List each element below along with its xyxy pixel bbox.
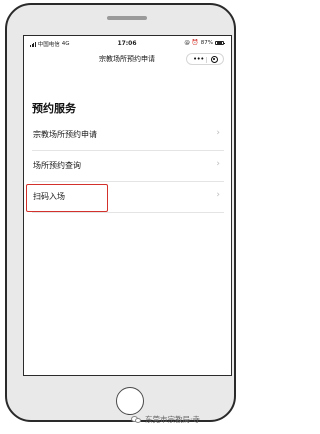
highlight-annotation-box [26,184,108,212]
more-icon[interactable]: ••• [193,55,204,63]
section-title: 预约服务 [32,102,76,115]
wechat-icon [131,415,142,424]
capsule-divider [205,56,207,63]
close-miniprogram-icon[interactable] [211,56,218,63]
watermark: 东莞市宗教局·寺 [131,414,200,425]
chevron-right-icon: › [216,159,220,169]
alarm-icon: ⏰ [191,40,199,46]
phone-mockup-stage: 中国电信 4G 17:06 @ ⏰ 87% 宗教场所预约申请 ••• 预约服务 … [0,0,245,434]
status-bar: 中国电信 4G 17:06 @ ⏰ 87% [24,36,230,50]
watermark-text: 东莞市宗教局·寺 [145,415,200,424]
earpiece-speaker [107,16,147,20]
status-right: @ ⏰ 87% [184,40,225,46]
battery-percent: 87% [200,40,213,46]
miniprogram-capsule: ••• [186,53,224,65]
menu-item-label: 场所预约查询 [33,161,81,170]
chevron-right-icon: › [216,190,220,200]
nav-bar: 宗教场所预约申请 ••• [24,51,230,69]
home-button[interactable] [116,387,144,415]
menu-item-label: 宗教场所预约申请 [33,130,97,139]
service-menu-list: 宗教场所预约申请 › 场所预约查询 › 扫码入场 › [24,120,230,213]
menu-item-venue-booking[interactable]: 宗教场所预约申请 › [24,120,230,151]
battery-icon [215,40,225,46]
phone-frame: 中国电信 4G 17:06 @ ⏰ 87% 宗教场所预约申请 ••• 预约服务 … [5,3,236,422]
divider [32,212,224,213]
phone-screen: 中国电信 4G 17:06 @ ⏰ 87% 宗教场所预约申请 ••• 预约服务 … [23,35,232,376]
chevron-right-icon: › [216,128,220,138]
battery-fill [216,42,222,45]
menu-item-booking-query[interactable]: 场所预约查询 › [24,151,230,182]
at-icon: @ [184,40,190,46]
